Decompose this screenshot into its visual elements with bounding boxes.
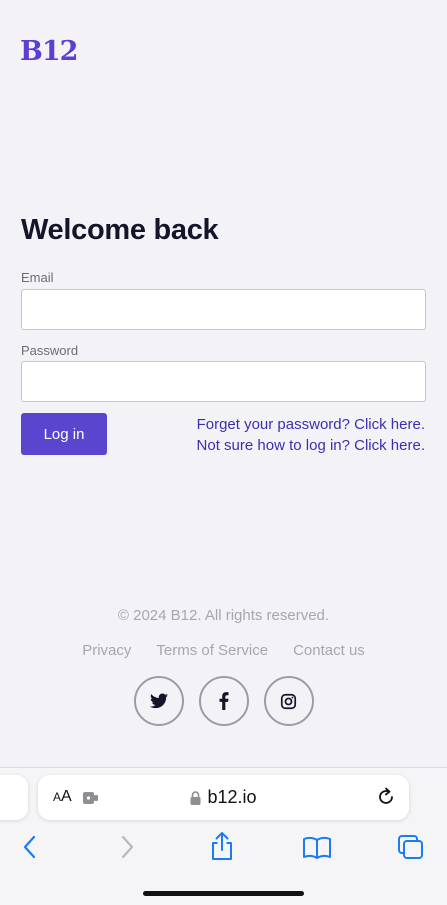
twitter-button[interactable]	[133, 676, 184, 726]
password-label: Password	[21, 343, 79, 358]
forward-icon[interactable]	[117, 834, 137, 860]
url-display: b12.io	[38, 787, 409, 808]
footer-link-privacy[interactable]: Privacy	[82, 642, 131, 659]
email-field[interactable]	[21, 289, 426, 330]
footer-links: Privacy Terms of Service Contact us	[0, 642, 447, 659]
page-title: Welcome back	[21, 214, 219, 246]
share-icon[interactable]	[209, 831, 235, 861]
password-field[interactable]	[21, 361, 426, 402]
lock-icon	[190, 790, 201, 805]
back-icon[interactable]	[20, 834, 40, 860]
login-help-link[interactable]: Not sure how to log in? Click here.	[197, 437, 425, 454]
instagram-icon	[280, 693, 297, 709]
url-text: b12.io	[207, 787, 257, 807]
facebook-button[interactable]	[198, 676, 249, 726]
previous-tab-preview[interactable]	[0, 775, 28, 820]
facebook-icon	[219, 692, 228, 710]
social-links	[0, 676, 447, 726]
b12-logo[interactable]: B12	[20, 36, 78, 67]
home-indicator	[143, 891, 304, 896]
twitter-icon	[149, 693, 168, 709]
copyright-text: © 2024 B12. All rights reserved.	[117, 607, 330, 624]
email-label: Email	[21, 270, 54, 285]
forgot-password-link[interactable]: Forget your password? Click here.	[197, 416, 425, 433]
browser-toolbar	[0, 830, 447, 866]
footer-link-contact[interactable]: Contact us	[293, 642, 365, 659]
login-button[interactable]: Log in	[21, 413, 107, 455]
address-bar[interactable]: AA b12.io	[38, 775, 409, 820]
reload-icon[interactable]	[375, 786, 397, 808]
instagram-button[interactable]	[263, 676, 314, 726]
footer-link-terms[interactable]: Terms of Service	[156, 642, 268, 659]
bookmarks-icon[interactable]	[302, 836, 332, 860]
tabs-icon[interactable]	[397, 834, 425, 860]
